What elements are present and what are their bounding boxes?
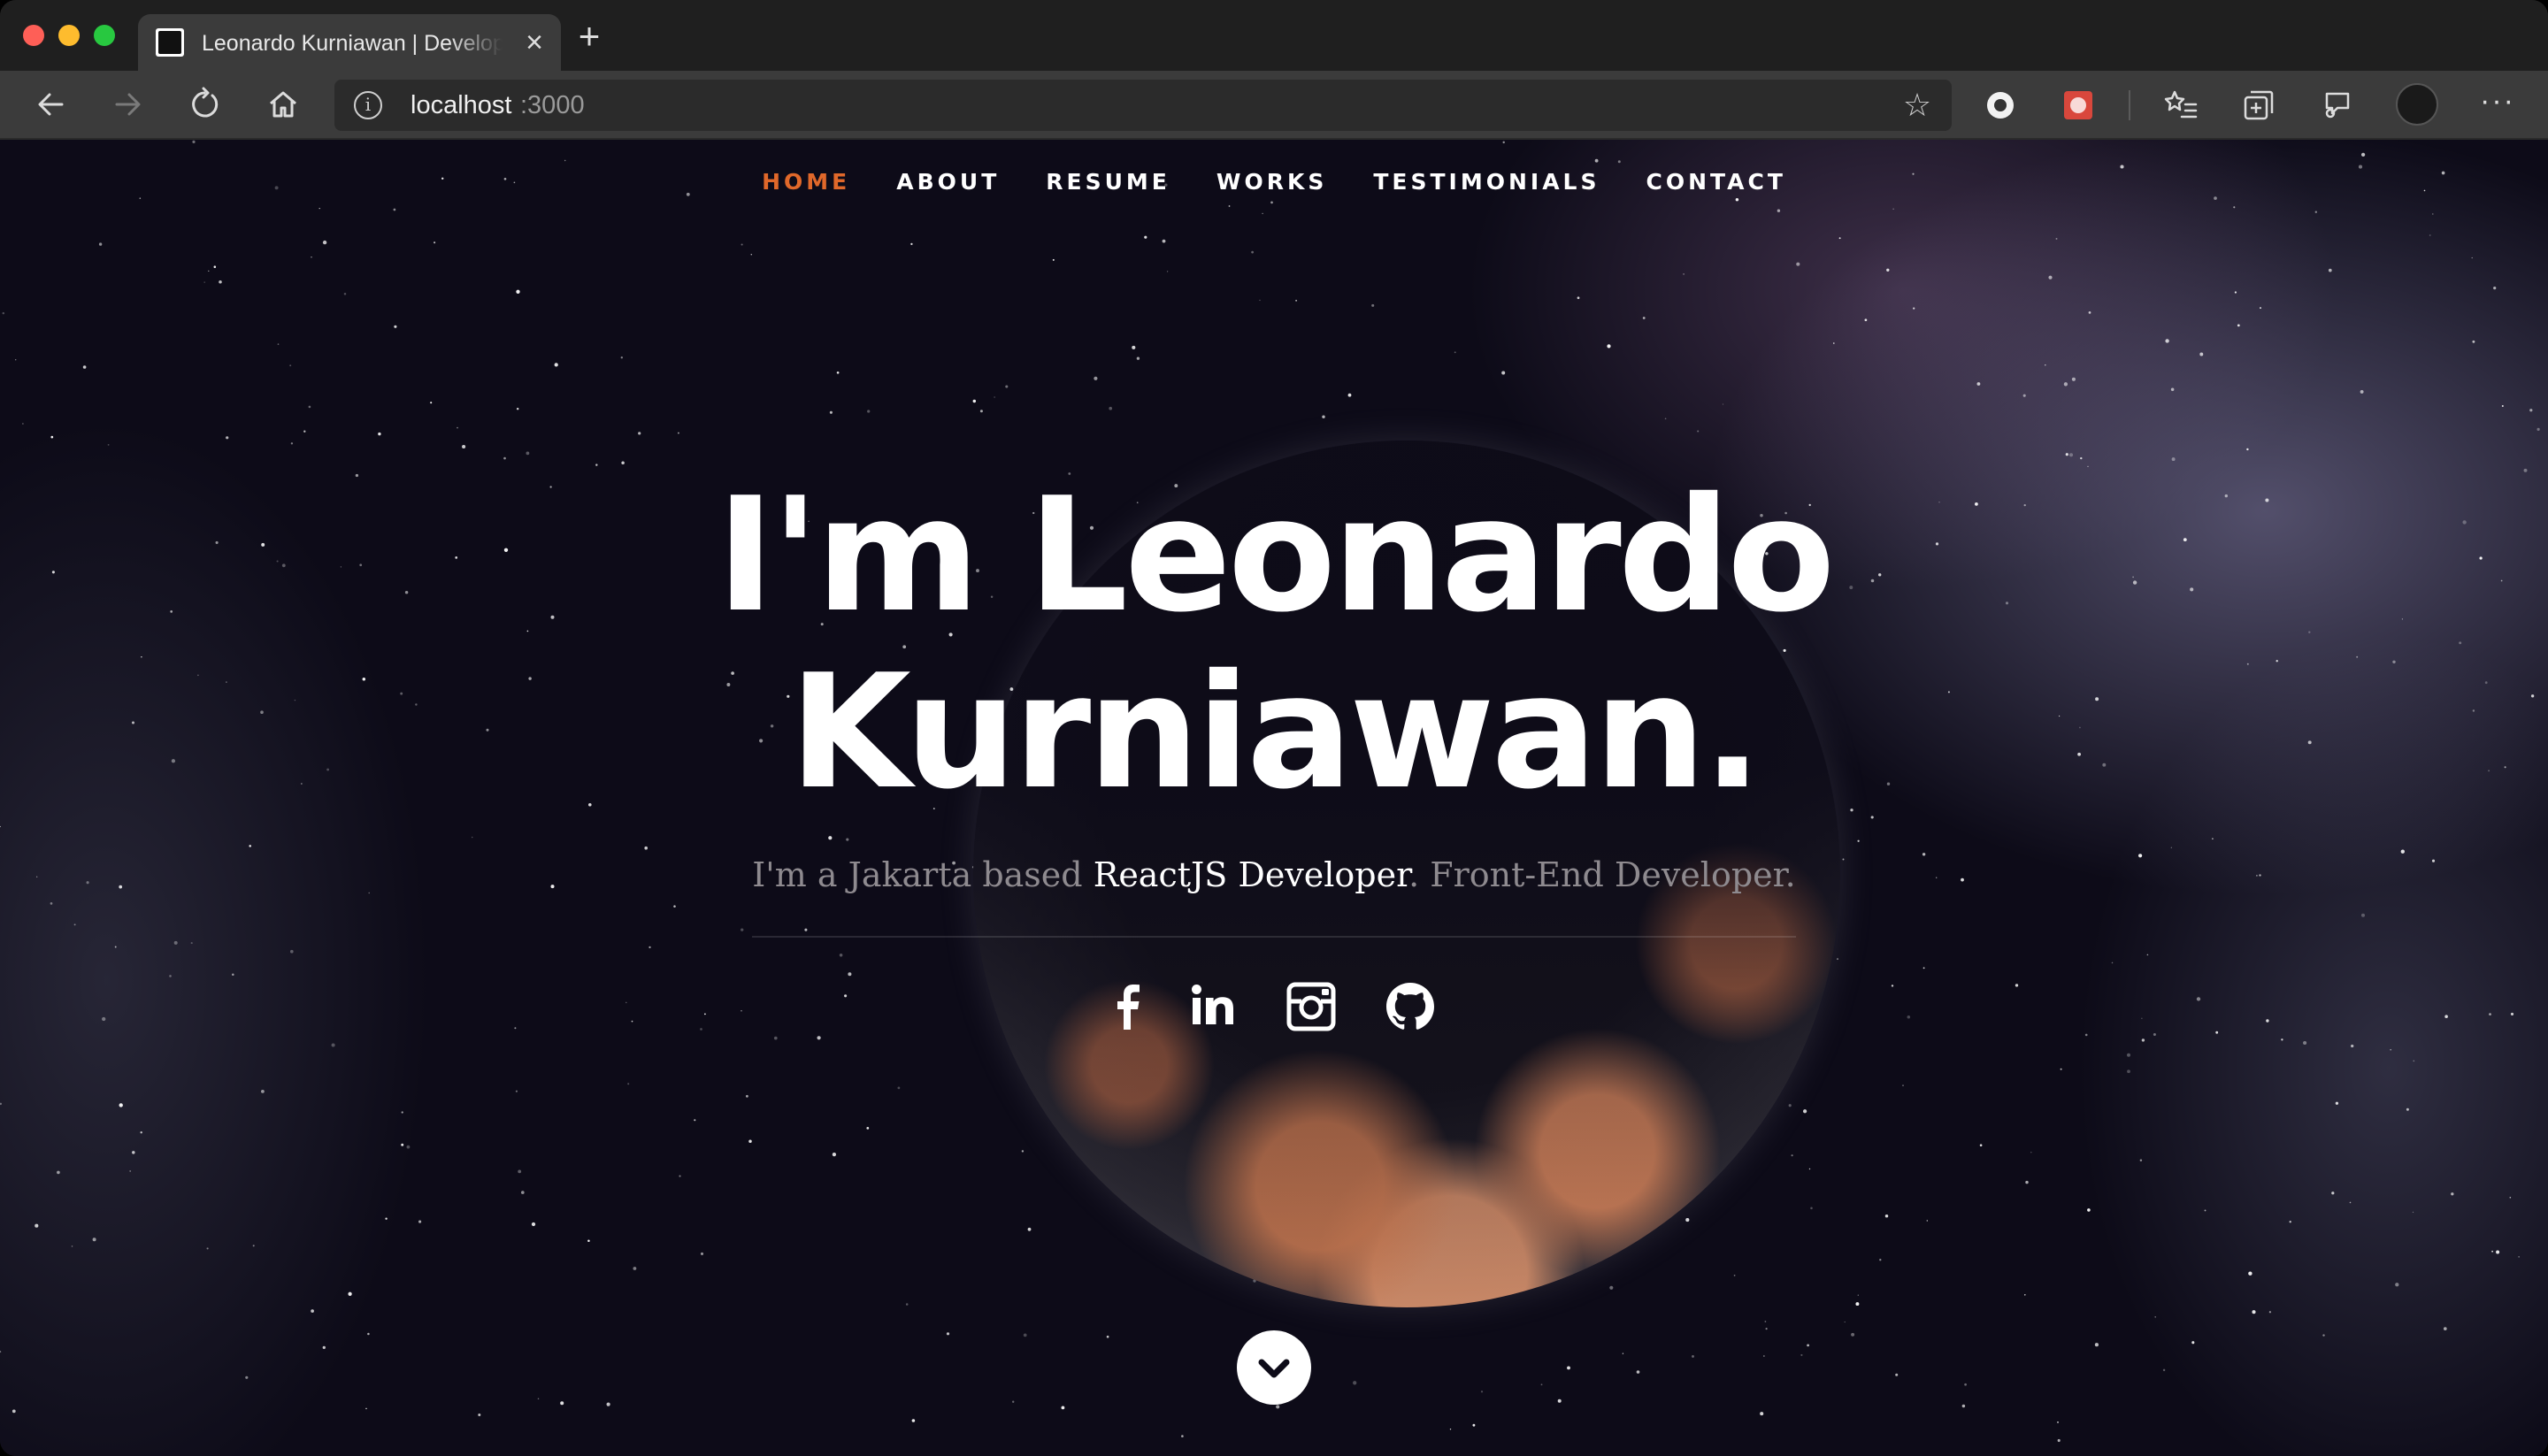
hero-title-line2: Kurniawan. — [788, 640, 1762, 824]
maximize-window-button[interactable] — [94, 25, 115, 46]
hero-subtitle: I'm a Jakarta based ReactJS Developer. F… — [0, 853, 2548, 897]
forward-button[interactable] — [108, 85, 147, 124]
github-icon[interactable] — [1382, 978, 1439, 1035]
hero-divider — [752, 936, 1796, 938]
feedback-icon[interactable] — [2318, 87, 2355, 124]
address-bar[interactable]: i localhost :3000 ☆ — [334, 80, 1952, 131]
nav-about[interactable]: ABOUT — [896, 165, 1000, 200]
favorites-icon[interactable] — [2162, 87, 2199, 124]
home-icon — [270, 91, 296, 118]
hero-title-line1: I'm Leonardo — [716, 464, 1836, 647]
tab-title: Leonardo Kurniawan | Developer — [202, 31, 503, 56]
nav-testimonials[interactable]: TESTIMONIALS — [1373, 165, 1600, 200]
home-button[interactable] — [264, 85, 303, 124]
chevron-down-icon — [1258, 1359, 1290, 1378]
linkedin-icon[interactable] — [1186, 978, 1242, 1035]
toolbar-separator — [2129, 90, 2130, 120]
browser-window: Leonardo Kurniawan | Developer × + i loc… — [0, 0, 2548, 1456]
nav-contact[interactable]: CONTACT — [1646, 165, 1785, 200]
collections-icon[interactable] — [2240, 87, 2277, 124]
refresh-button[interactable] — [184, 85, 223, 124]
new-tab-button[interactable]: + — [573, 18, 605, 55]
arrow-left-icon — [38, 93, 64, 116]
more-options-icon[interactable]: ··· — [2477, 83, 2518, 124]
nav-home[interactable]: HOME — [762, 165, 850, 200]
browser-tab[interactable]: Leonardo Kurniawan | Developer × — [138, 14, 561, 71]
address-port: :3000 — [520, 91, 585, 119]
favorite-star-icon[interactable]: ☆ — [1900, 88, 1934, 122]
main-nav: HOME ABOUT RESUME WORKS TESTIMONIALS CON… — [0, 165, 2548, 200]
tab-close-icon[interactable]: × — [518, 27, 550, 58]
refresh-icon — [192, 87, 219, 118]
scroll-down-button[interactable] — [1237, 1330, 1311, 1405]
instagram-icon[interactable] — [1283, 978, 1339, 1035]
extension-red-icon[interactable] — [2060, 87, 2097, 124]
extension-icon[interactable] — [1982, 87, 2019, 124]
address-host: localhost — [411, 91, 512, 119]
arrow-right-icon — [115, 93, 141, 116]
nav-works[interactable]: WORKS — [1216, 165, 1327, 200]
close-window-button[interactable] — [23, 25, 44, 46]
hero-subtitle-highlight: ReactJS Developer — [1093, 855, 1409, 894]
nav-resume[interactable]: RESUME — [1046, 165, 1170, 200]
browser-toolbar: i localhost :3000 ☆ ··· — [0, 71, 2548, 140]
site-info-icon[interactable]: i — [354, 91, 382, 119]
back-button[interactable] — [32, 85, 71, 124]
facebook-icon[interactable] — [1099, 978, 1155, 1035]
tab-strip: Leonardo Kurniawan | Developer × + — [0, 0, 2548, 71]
minimize-window-button[interactable] — [58, 25, 80, 46]
hero-title: I'm Leonardo Kurniawan. — [0, 467, 2548, 821]
page-hero: HOME ABOUT RESUME WORKS TESTIMONIALS CON… — [0, 140, 2548, 1456]
favicon-icon — [156, 28, 184, 57]
hero-subtitle-suffix: . Front-End Developer. — [1408, 855, 1796, 894]
profile-avatar[interactable] — [2396, 83, 2438, 126]
hero-subtitle-prefix: I'm a Jakarta based — [752, 855, 1094, 894]
